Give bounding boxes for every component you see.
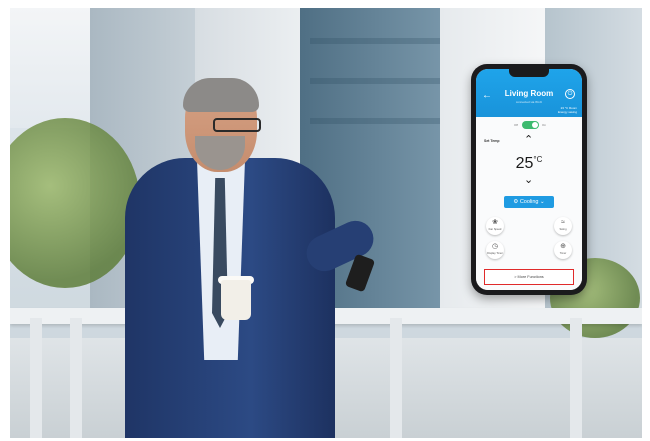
energy-status: Energy saving <box>557 110 577 114</box>
toggle-off-label: Off <box>514 123 518 127</box>
timer-icon: ⊕ <box>560 243 566 250</box>
glasses <box>213 118 261 132</box>
power-icon[interactable]: ⏻ <box>565 89 575 99</box>
connection-subtitle: connected via Wi-Fi <box>515 100 543 104</box>
temperature-display: 25°C <box>476 155 582 173</box>
temperature-value: 25 <box>515 155 534 172</box>
businessman <box>105 78 380 438</box>
toggle-on-label: On <box>542 123 547 127</box>
display-timer-button[interactable]: ◷ Display Timer <box>486 241 504 259</box>
chevron-down-icon: ⌄ <box>540 199 545 205</box>
railing-post <box>30 318 42 438</box>
gear-icon: ⚙ <box>513 199 519 205</box>
timer-label: Timer <box>559 252 567 255</box>
temperature-unit: °C <box>533 155 543 164</box>
set-temp-label: Set Temp <box>484 139 500 143</box>
fan-speed-label: Fan Speed <box>488 228 502 231</box>
clock-icon: ◷ <box>491 243 499 250</box>
hair <box>183 78 259 112</box>
timer-button[interactable]: ⊕ Timer <box>554 241 572 259</box>
fan-icon: ❀ <box>492 219 498 226</box>
display-timer-label: Display Timer <box>487 252 503 255</box>
phone-screen: ← Living Room connected via Wi-Fi ⏻ 23 °… <box>476 69 582 290</box>
swing-icon: ≈ <box>561 219 565 226</box>
swing-button[interactable]: ≈ Swing <box>554 217 572 235</box>
swing-label: Swing <box>559 228 567 231</box>
phone-mockup: ← Living Room connected via Wi-Fi ⏻ 23 °… <box>471 64 587 295</box>
more-functions-button[interactable]: > More Functions <box>484 269 574 285</box>
phone-notch <box>509 69 549 77</box>
fan-speed-button[interactable]: ❀ Fan Speed <box>486 217 504 235</box>
status-info: 23 °C Room Energy saving <box>558 106 577 114</box>
railing-post <box>70 318 82 438</box>
railing-post <box>570 318 582 438</box>
temp-down-icon[interactable]: ⌄ <box>524 173 533 186</box>
control-panel: Off On Set Temp ⌃ 25°C ⌄ ⚙ Cooling ⌄ ❀ F… <box>476 117 582 290</box>
power-toggle[interactable] <box>522 121 539 129</box>
mode-button[interactable]: ⚙ Cooling ⌄ <box>504 196 554 208</box>
toggle-knob <box>532 122 538 128</box>
railing-post <box>390 318 402 438</box>
mode-label: Cooling <box>519 199 539 205</box>
coffee-cup <box>221 280 251 320</box>
temp-up-icon[interactable]: ⌃ <box>524 133 533 146</box>
